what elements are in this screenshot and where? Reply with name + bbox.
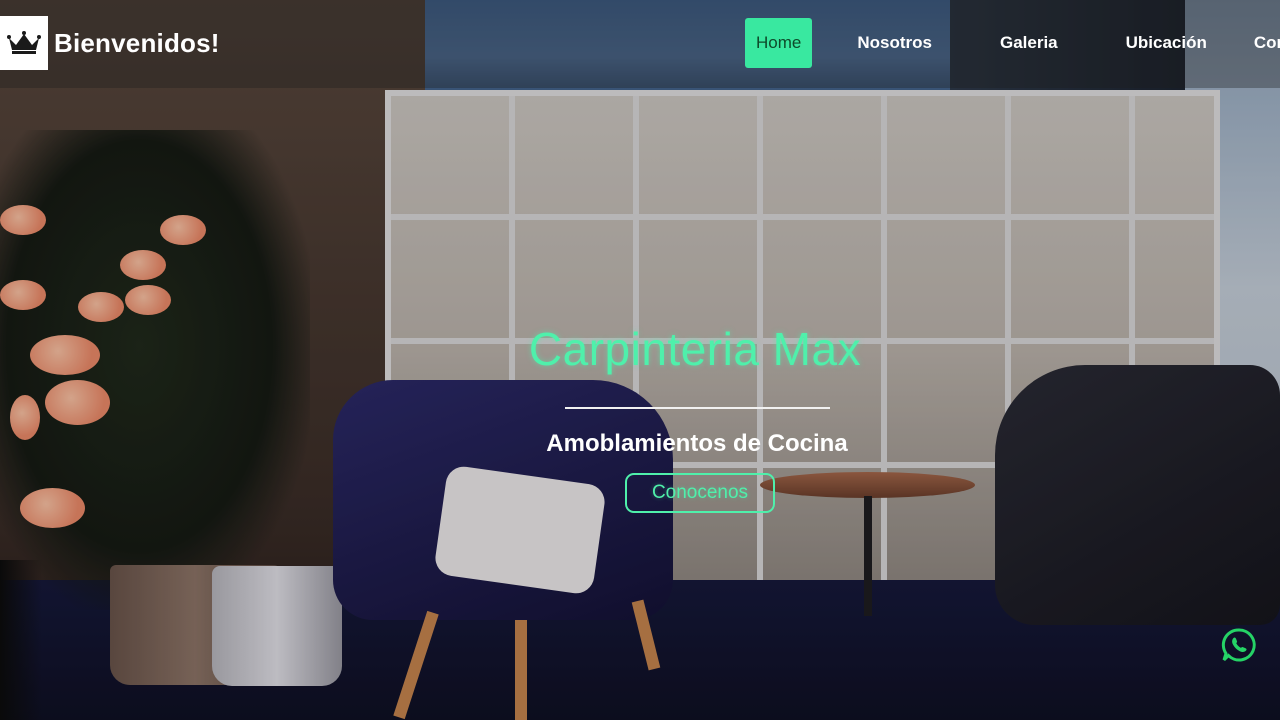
main-nav: Home Nosotros Galeria Ubicación Contacto xyxy=(745,18,1280,68)
whatsapp-button[interactable] xyxy=(1221,627,1257,663)
brand-logo xyxy=(0,16,48,70)
brand[interactable]: Bienvenidos! xyxy=(0,16,220,70)
hero-subtitle: Amoblamientos de Cocina xyxy=(546,430,848,457)
hero-divider xyxy=(565,407,830,409)
nav-home[interactable]: Home xyxy=(745,18,813,68)
whatsapp-icon xyxy=(1221,628,1256,662)
crown-icon xyxy=(7,31,41,54)
navbar: Bienvenidos! Home Nosotros Galeria Ubica… xyxy=(0,0,1280,88)
hero-title: Carpinteria Max xyxy=(528,323,862,375)
nav-ubicacion[interactable]: Ubicación xyxy=(1115,18,1218,68)
monitor-bezel xyxy=(0,560,42,720)
conocenos-button[interactable]: Conocenos xyxy=(625,473,775,513)
nav-contacto[interactable]: Contacto xyxy=(1254,18,1280,68)
nav-nosotros[interactable]: Nosotros xyxy=(846,18,943,68)
nav-galeria[interactable]: Galeria xyxy=(989,18,1069,68)
brand-title: Bienvenidos! xyxy=(54,27,220,58)
